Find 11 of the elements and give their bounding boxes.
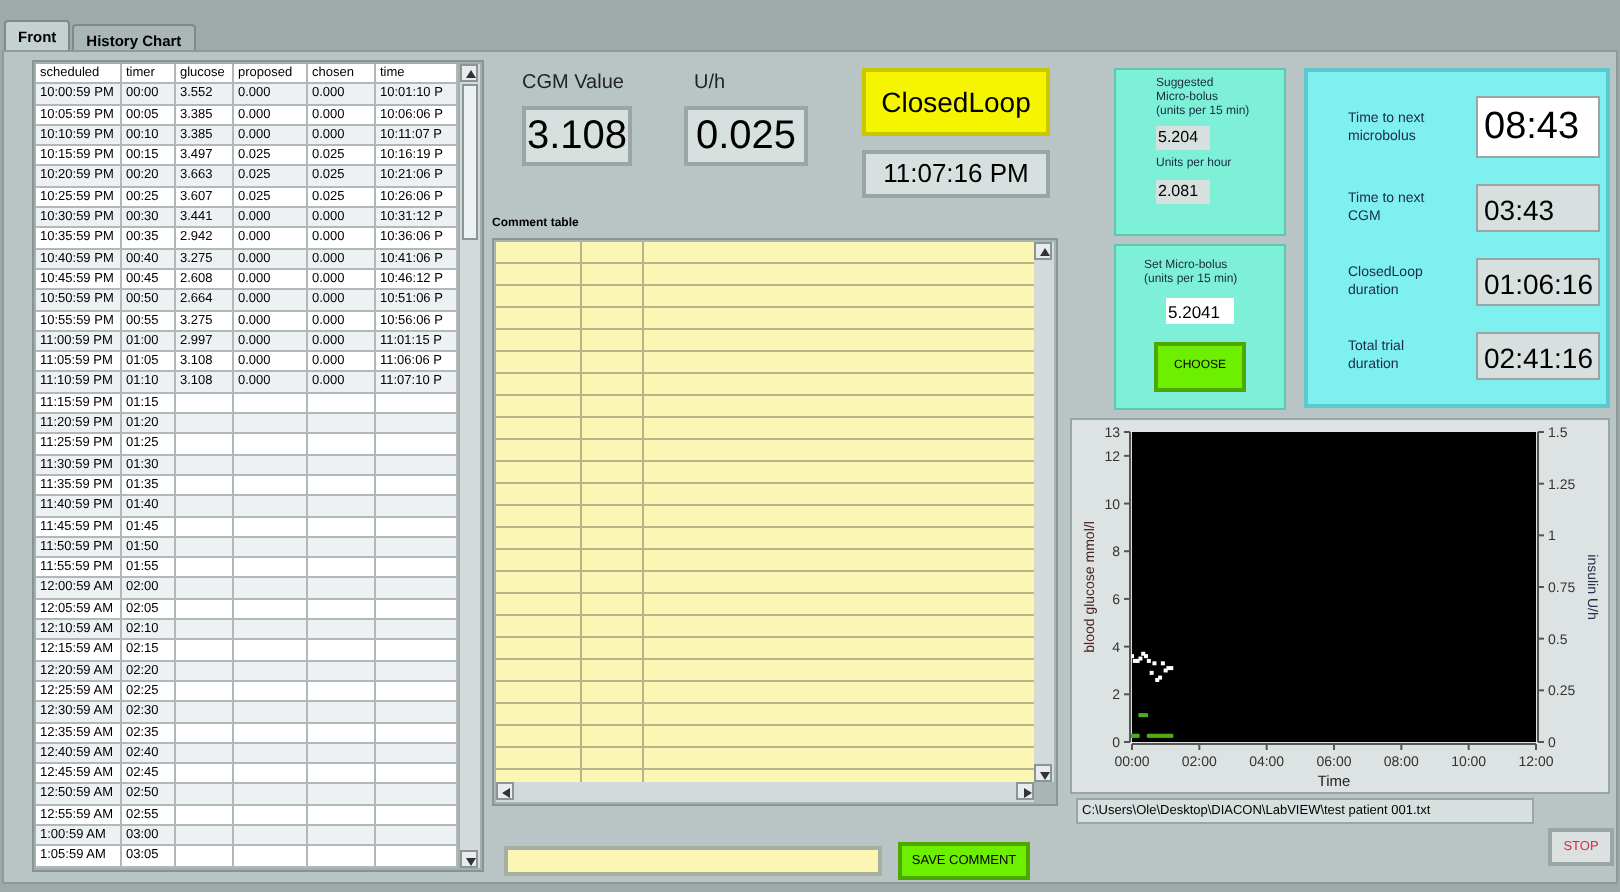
timer-display: 08:43 [1476, 96, 1600, 159]
suggested-value: 5.204 [1156, 126, 1210, 150]
timer-display: 03:43 [1476, 184, 1600, 233]
timer-display: 02:41:16 [1476, 331, 1600, 380]
cgm-label: CGM Value [522, 70, 626, 98]
timer-display: 01:06:16 [1476, 257, 1600, 306]
clock-display: 11:07:16 PM [862, 150, 1050, 198]
rate-display: 0.025 [684, 106, 808, 166]
cgm-display: 3.108 [522, 106, 632, 166]
hourly-value: 2.081 [1156, 180, 1210, 204]
rate-label: U/h [694, 70, 728, 98]
